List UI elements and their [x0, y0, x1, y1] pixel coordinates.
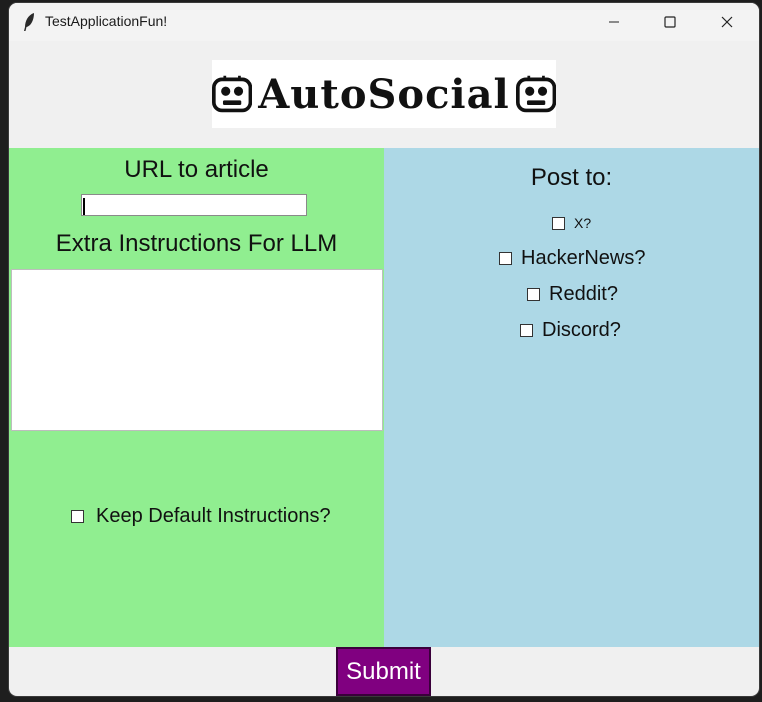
url-label: URL to article — [124, 156, 269, 183]
keep-default-checkbox[interactable] — [71, 510, 84, 523]
article-panel: URL to article Extra Instructions For LL… — [9, 148, 384, 647]
discord-label: Discord? — [542, 319, 621, 341]
maximize-icon — [664, 16, 676, 28]
submit-button[interactable]: Submit — [336, 647, 431, 696]
text-cursor — [83, 198, 85, 215]
option-hackernews[interactable]: HackerNews? — [499, 247, 645, 270]
close-icon — [721, 16, 733, 28]
discord-checkbox[interactable] — [520, 324, 533, 337]
feather-icon — [24, 13, 34, 31]
minimize-button[interactable] — [591, 3, 637, 41]
url-input[interactable] — [81, 194, 307, 216]
reddit-label: Reddit? — [549, 283, 618, 305]
minimize-icon — [609, 21, 619, 23]
post-to-panel: Post to: X? HackerNews? Reddit? Discord? — [384, 148, 759, 647]
close-button[interactable] — [704, 3, 750, 41]
window-title: TestApplicationFun! — [45, 13, 168, 29]
keep-default-option[interactable]: Keep Default Instructions? — [71, 505, 331, 528]
robot-icon — [515, 75, 556, 113]
app-logo: AutoSocial — [212, 60, 556, 128]
maximize-button[interactable] — [647, 3, 693, 41]
option-discord[interactable]: Discord? — [520, 319, 621, 342]
option-x[interactable]: X? — [552, 215, 591, 231]
instructions-textarea[interactable] — [11, 269, 383, 431]
extra-instructions-label: Extra Instructions For LLM — [55, 230, 338, 257]
hackernews-label: HackerNews? — [521, 247, 646, 269]
title-bar[interactable]: TestApplicationFun! — [9, 3, 759, 41]
robot-icon — [212, 75, 253, 113]
x-label: X? — [574, 215, 592, 231]
option-reddit[interactable]: Reddit? — [527, 283, 618, 306]
keep-default-label: Keep Default Instructions? — [96, 505, 331, 527]
app-window: TestApplicationFun! AutoSocial URL to ar… — [9, 3, 759, 696]
post-to-label: Post to: — [530, 164, 613, 191]
reddit-checkbox[interactable] — [527, 288, 540, 301]
x-checkbox[interactable] — [552, 216, 565, 230]
hackernews-checkbox[interactable] — [499, 252, 512, 265]
logo-text: AutoSocial — [258, 70, 510, 118]
